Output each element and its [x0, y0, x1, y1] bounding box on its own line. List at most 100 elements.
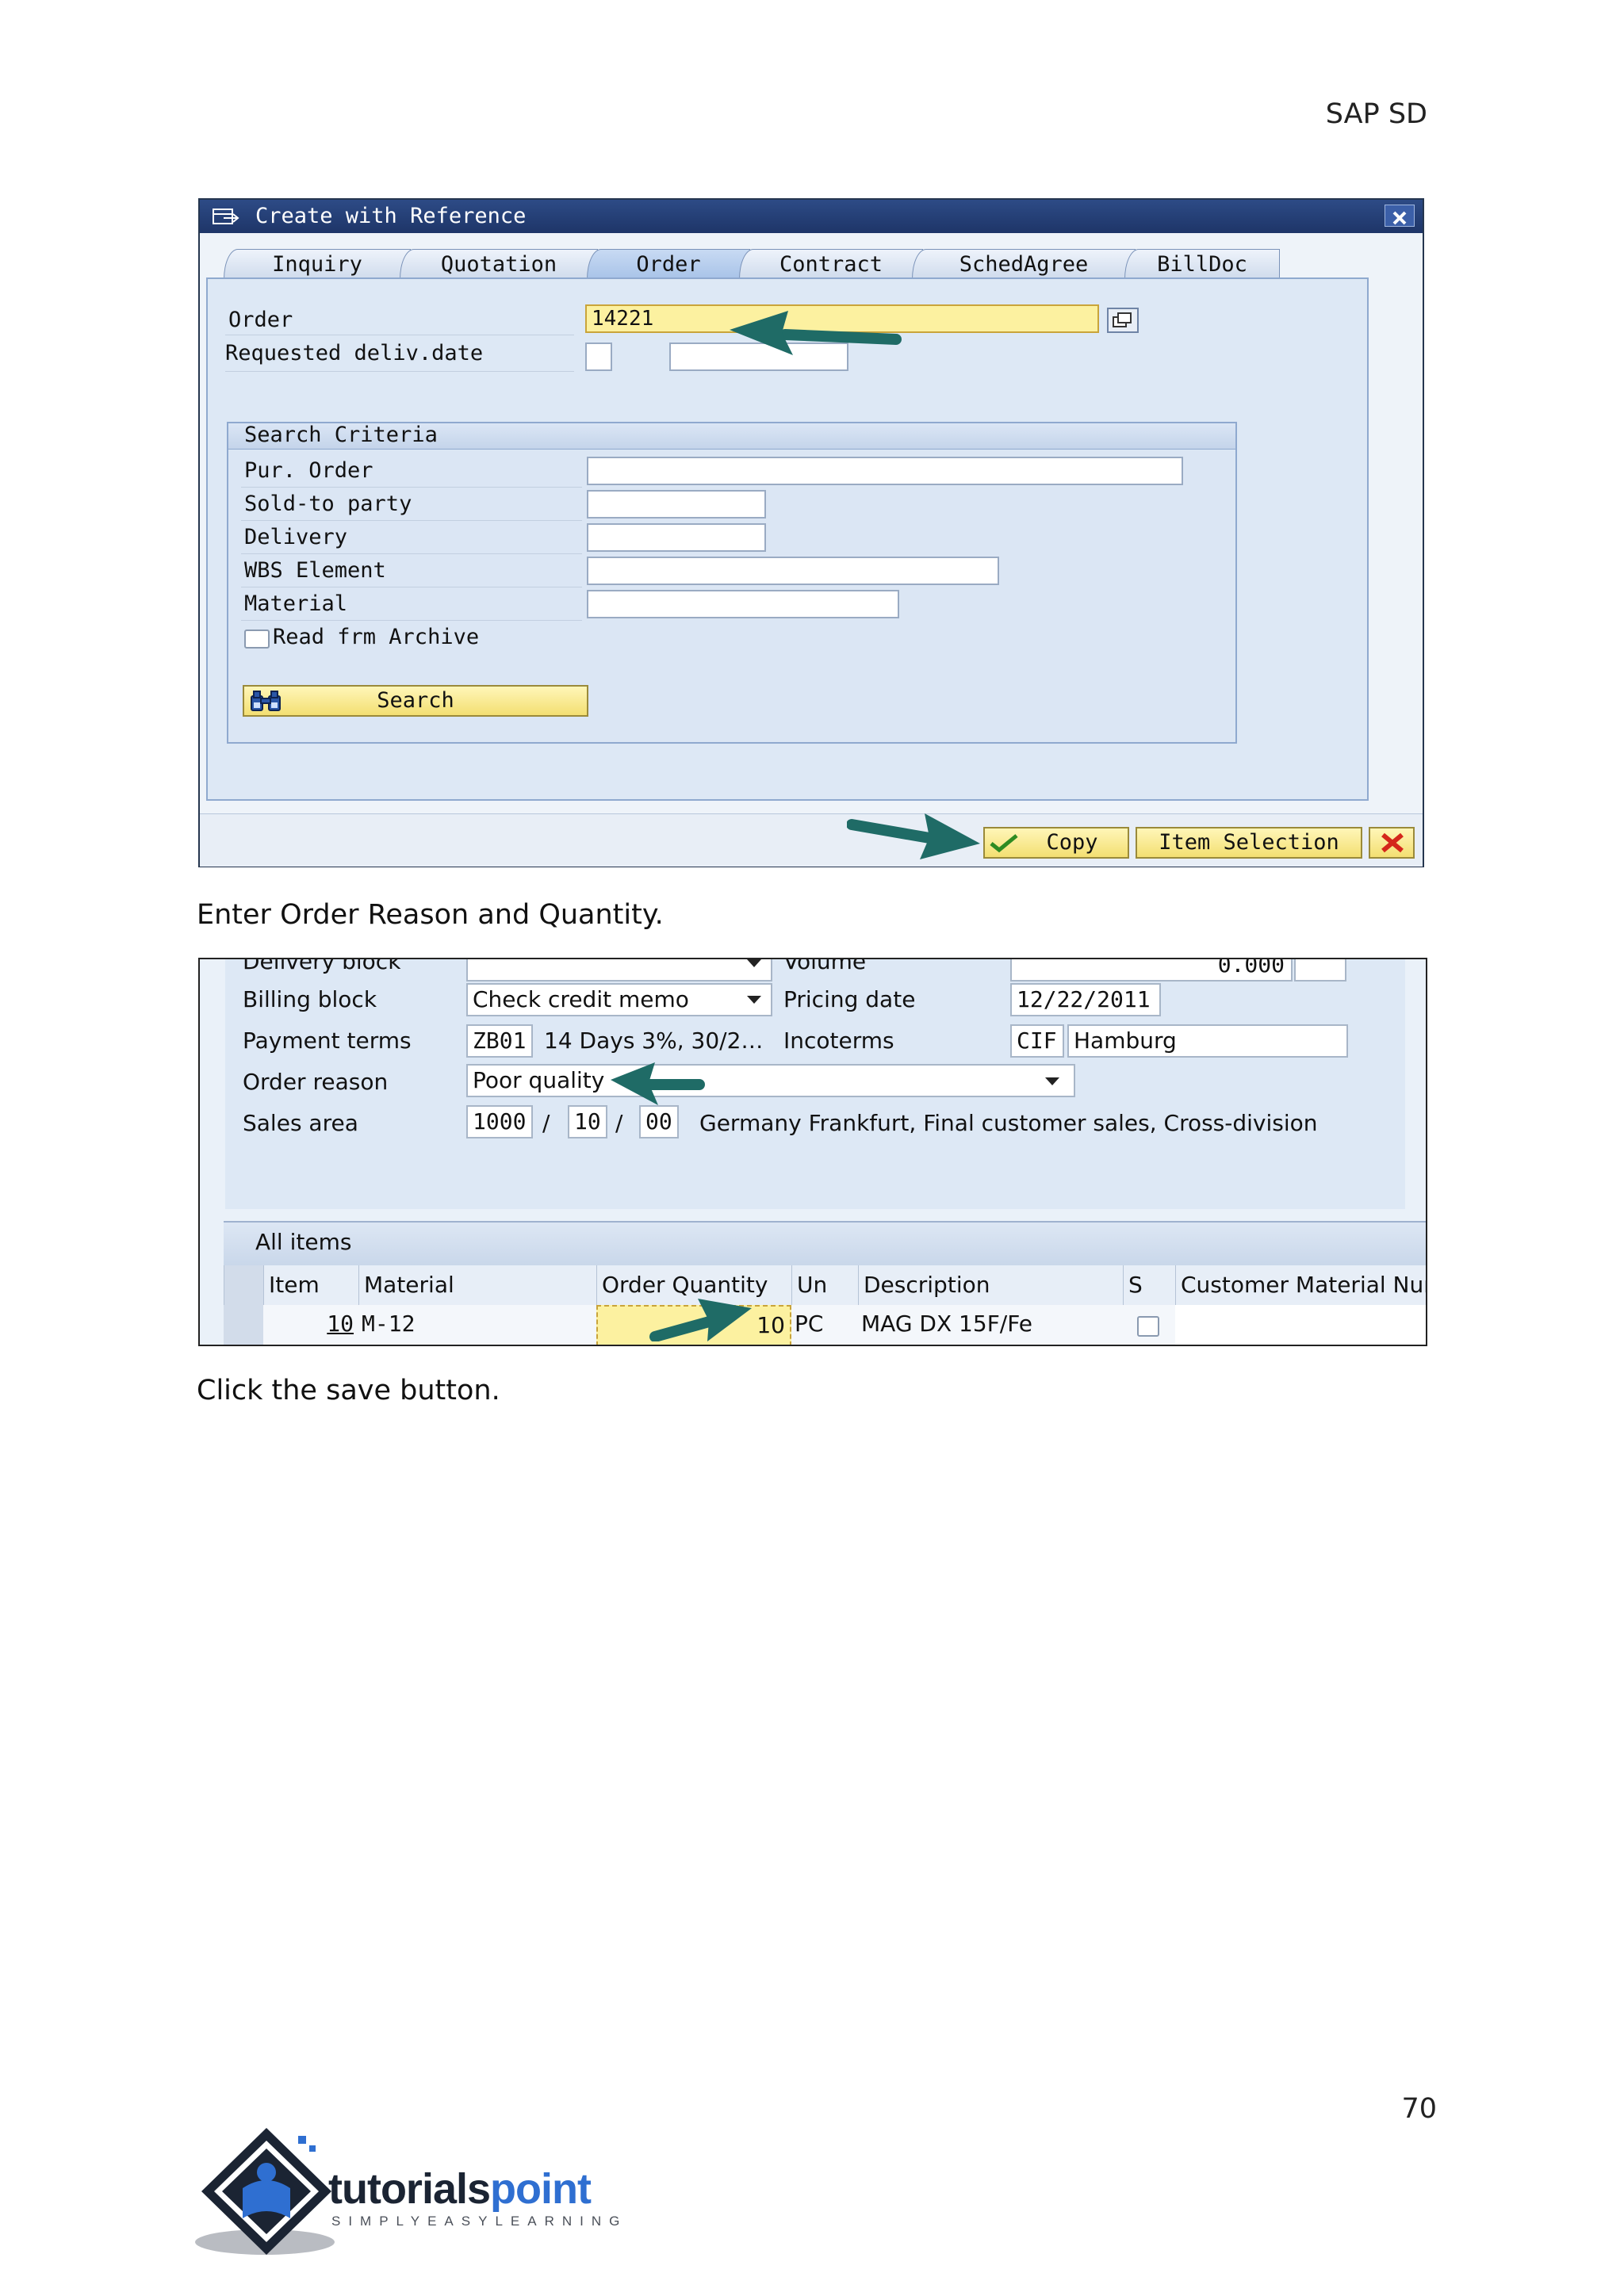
window-icon [213, 209, 239, 224]
row-selector[interactable] [224, 1305, 263, 1345]
cancel-button[interactable] [1369, 827, 1415, 859]
column-material[interactable]: Material [358, 1265, 596, 1305]
items-table-header: Item Material Order Quantity Un Descript… [224, 1265, 1426, 1306]
delivery-block-dropdown[interactable] [466, 959, 772, 982]
tab-quotation[interactable]: Quotation [400, 249, 598, 279]
status-checkbox[interactable] [1137, 1316, 1159, 1337]
close-button[interactable] [1385, 205, 1415, 227]
distribution-channel-input[interactable]: 10 [568, 1105, 607, 1138]
search-criteria-title: Search Criteria [244, 423, 438, 447]
incoterms-label: Incoterms [783, 1027, 894, 1054]
instruction-text: Enter Order Reason and Quantity. [197, 899, 664, 931]
sold-to-party-input[interactable] [587, 490, 766, 519]
order-label: Order [228, 308, 293, 332]
tutorialspoint-logo: tutorialspoint SIMPLYEASYLEARNING [195, 2125, 655, 2260]
date-type-input[interactable] [585, 342, 612, 371]
tab-inquiry[interactable]: Inquiry [224, 249, 411, 279]
billing-block-value: Check credit memo [473, 986, 689, 1012]
table-row[interactable]: 10 M-12 10 PC MAG DX 15F/Fe [224, 1305, 1426, 1345]
pur-order-input[interactable] [587, 457, 1183, 485]
order-reason-dropdown[interactable]: Poor quality [466, 1064, 1075, 1097]
logo-icon [195, 2128, 335, 2255]
payment-terms-text: 14 Days 3%, 30/2… [544, 1027, 764, 1054]
instruction-text: Click the save button. [197, 1375, 500, 1406]
copy-button[interactable]: Copy [983, 827, 1129, 859]
logo-tagline: SIMPLYEASYLEARNING [331, 2214, 628, 2229]
volume-label: Volume [783, 958, 867, 974]
pur-order-label: Pur. Order [244, 458, 373, 483]
chevron-down-icon [1045, 1077, 1059, 1085]
divider [241, 520, 582, 521]
column-s[interactable]: S [1123, 1265, 1175, 1305]
dialog-title-bar: Create with Reference [200, 200, 1423, 233]
all-items-section: All items [224, 1221, 1426, 1265]
sold-to-party-label: Sold-to party [244, 492, 412, 516]
multiple-selection-icon[interactable] [1107, 308, 1139, 333]
separator-slash: / [615, 1110, 623, 1136]
payment-terms-input[interactable]: ZB01 [466, 1024, 533, 1058]
column-item[interactable]: Item [263, 1265, 358, 1305]
item-number-cell[interactable]: 10 [263, 1305, 358, 1345]
material-cell[interactable]: M-12 [358, 1305, 596, 1345]
pricing-date-input[interactable]: 12/22/2011 [1010, 983, 1161, 1016]
binoculars-icon [251, 691, 281, 711]
sales-order-screen: Delivery block Volume 0.000 Billing bloc… [198, 958, 1427, 1346]
dialog-footer: Copy Item Selection [200, 813, 1423, 867]
billing-block-dropdown[interactable]: Check credit memo [466, 983, 772, 1016]
volume-unit-input[interactable] [1294, 959, 1346, 982]
material-input[interactable] [587, 590, 899, 618]
page-header: SAP SD [1325, 98, 1427, 130]
pointer-arrow-icon [611, 1062, 705, 1105]
order-reason-value: Poor quality [473, 1067, 605, 1093]
requested-deliv-date-label: Requested deliv.date [225, 341, 484, 365]
logo-name: tutorialspoint [328, 2165, 592, 2213]
cancel-icon [1381, 832, 1404, 853]
checkmark-icon [990, 834, 1018, 853]
sales-org-input[interactable]: 1000 [466, 1105, 533, 1138]
sales-area-description: Germany Frankfurt, Final customer sales,… [699, 1110, 1318, 1136]
billing-block-label: Billing block [243, 986, 377, 1012]
incoterms-input[interactable]: CIF [1010, 1024, 1064, 1058]
read-from-archive-checkbox[interactable] [244, 629, 270, 649]
close-icon [1392, 211, 1407, 225]
pointer-arrow-icon [847, 813, 980, 859]
chevron-down-icon [747, 959, 761, 967]
separator-slash: / [542, 1110, 550, 1136]
column-customer-material[interactable]: Customer Material Nur [1175, 1265, 1426, 1305]
delivery-block-label: Delivery block [243, 958, 401, 974]
divider [241, 620, 582, 621]
division-input[interactable]: 00 [639, 1105, 679, 1138]
read-from-archive-label: Read frm Archive [273, 625, 480, 649]
payment-terms-label: Payment terms [243, 1027, 412, 1054]
wbs-element-label: WBS Element [244, 558, 386, 583]
divider [241, 487, 582, 488]
customer-material-cell[interactable] [1175, 1305, 1426, 1345]
delivery-label: Delivery [244, 525, 348, 549]
pricing-date-label: Pricing date [783, 986, 916, 1012]
row-selector-header[interactable] [224, 1265, 263, 1305]
search-button[interactable]: Search [243, 685, 588, 717]
search-criteria-header: Search Criteria [228, 423, 1235, 450]
column-description[interactable]: Description [858, 1265, 1123, 1305]
divider [225, 371, 574, 372]
pointer-arrow-icon [730, 311, 902, 355]
order-reason-label: Order reason [243, 1069, 389, 1095]
copy-button-label: Copy [1046, 830, 1098, 855]
unit-cell[interactable]: PC [791, 1305, 858, 1345]
search-criteria-group: Search Criteria Pur. Order Sold-to party… [227, 422, 1237, 744]
chevron-down-icon [747, 996, 761, 1004]
tab-schedagree[interactable]: SchedAgree [912, 249, 1136, 279]
logo-wordmark: tutorialspoint [328, 2164, 592, 2214]
search-button-label: Search [377, 688, 454, 713]
column-unit[interactable]: Un [791, 1265, 858, 1305]
wbs-element-input[interactable] [587, 557, 999, 585]
divider [241, 553, 582, 554]
incoterms-place-input[interactable]: Hamburg [1067, 1024, 1348, 1058]
tab-order[interactable]: Order [587, 249, 750, 279]
delivery-input[interactable] [587, 523, 766, 552]
tab-billdoc[interactable]: BillDoc [1124, 249, 1280, 279]
item-selection-button[interactable]: Item Selection [1136, 827, 1362, 859]
volume-value[interactable]: 0.000 [1010, 959, 1293, 982]
description-cell: MAG DX 15F/Fe [861, 1311, 1033, 1337]
tab-contract[interactable]: Contract [739, 249, 923, 279]
